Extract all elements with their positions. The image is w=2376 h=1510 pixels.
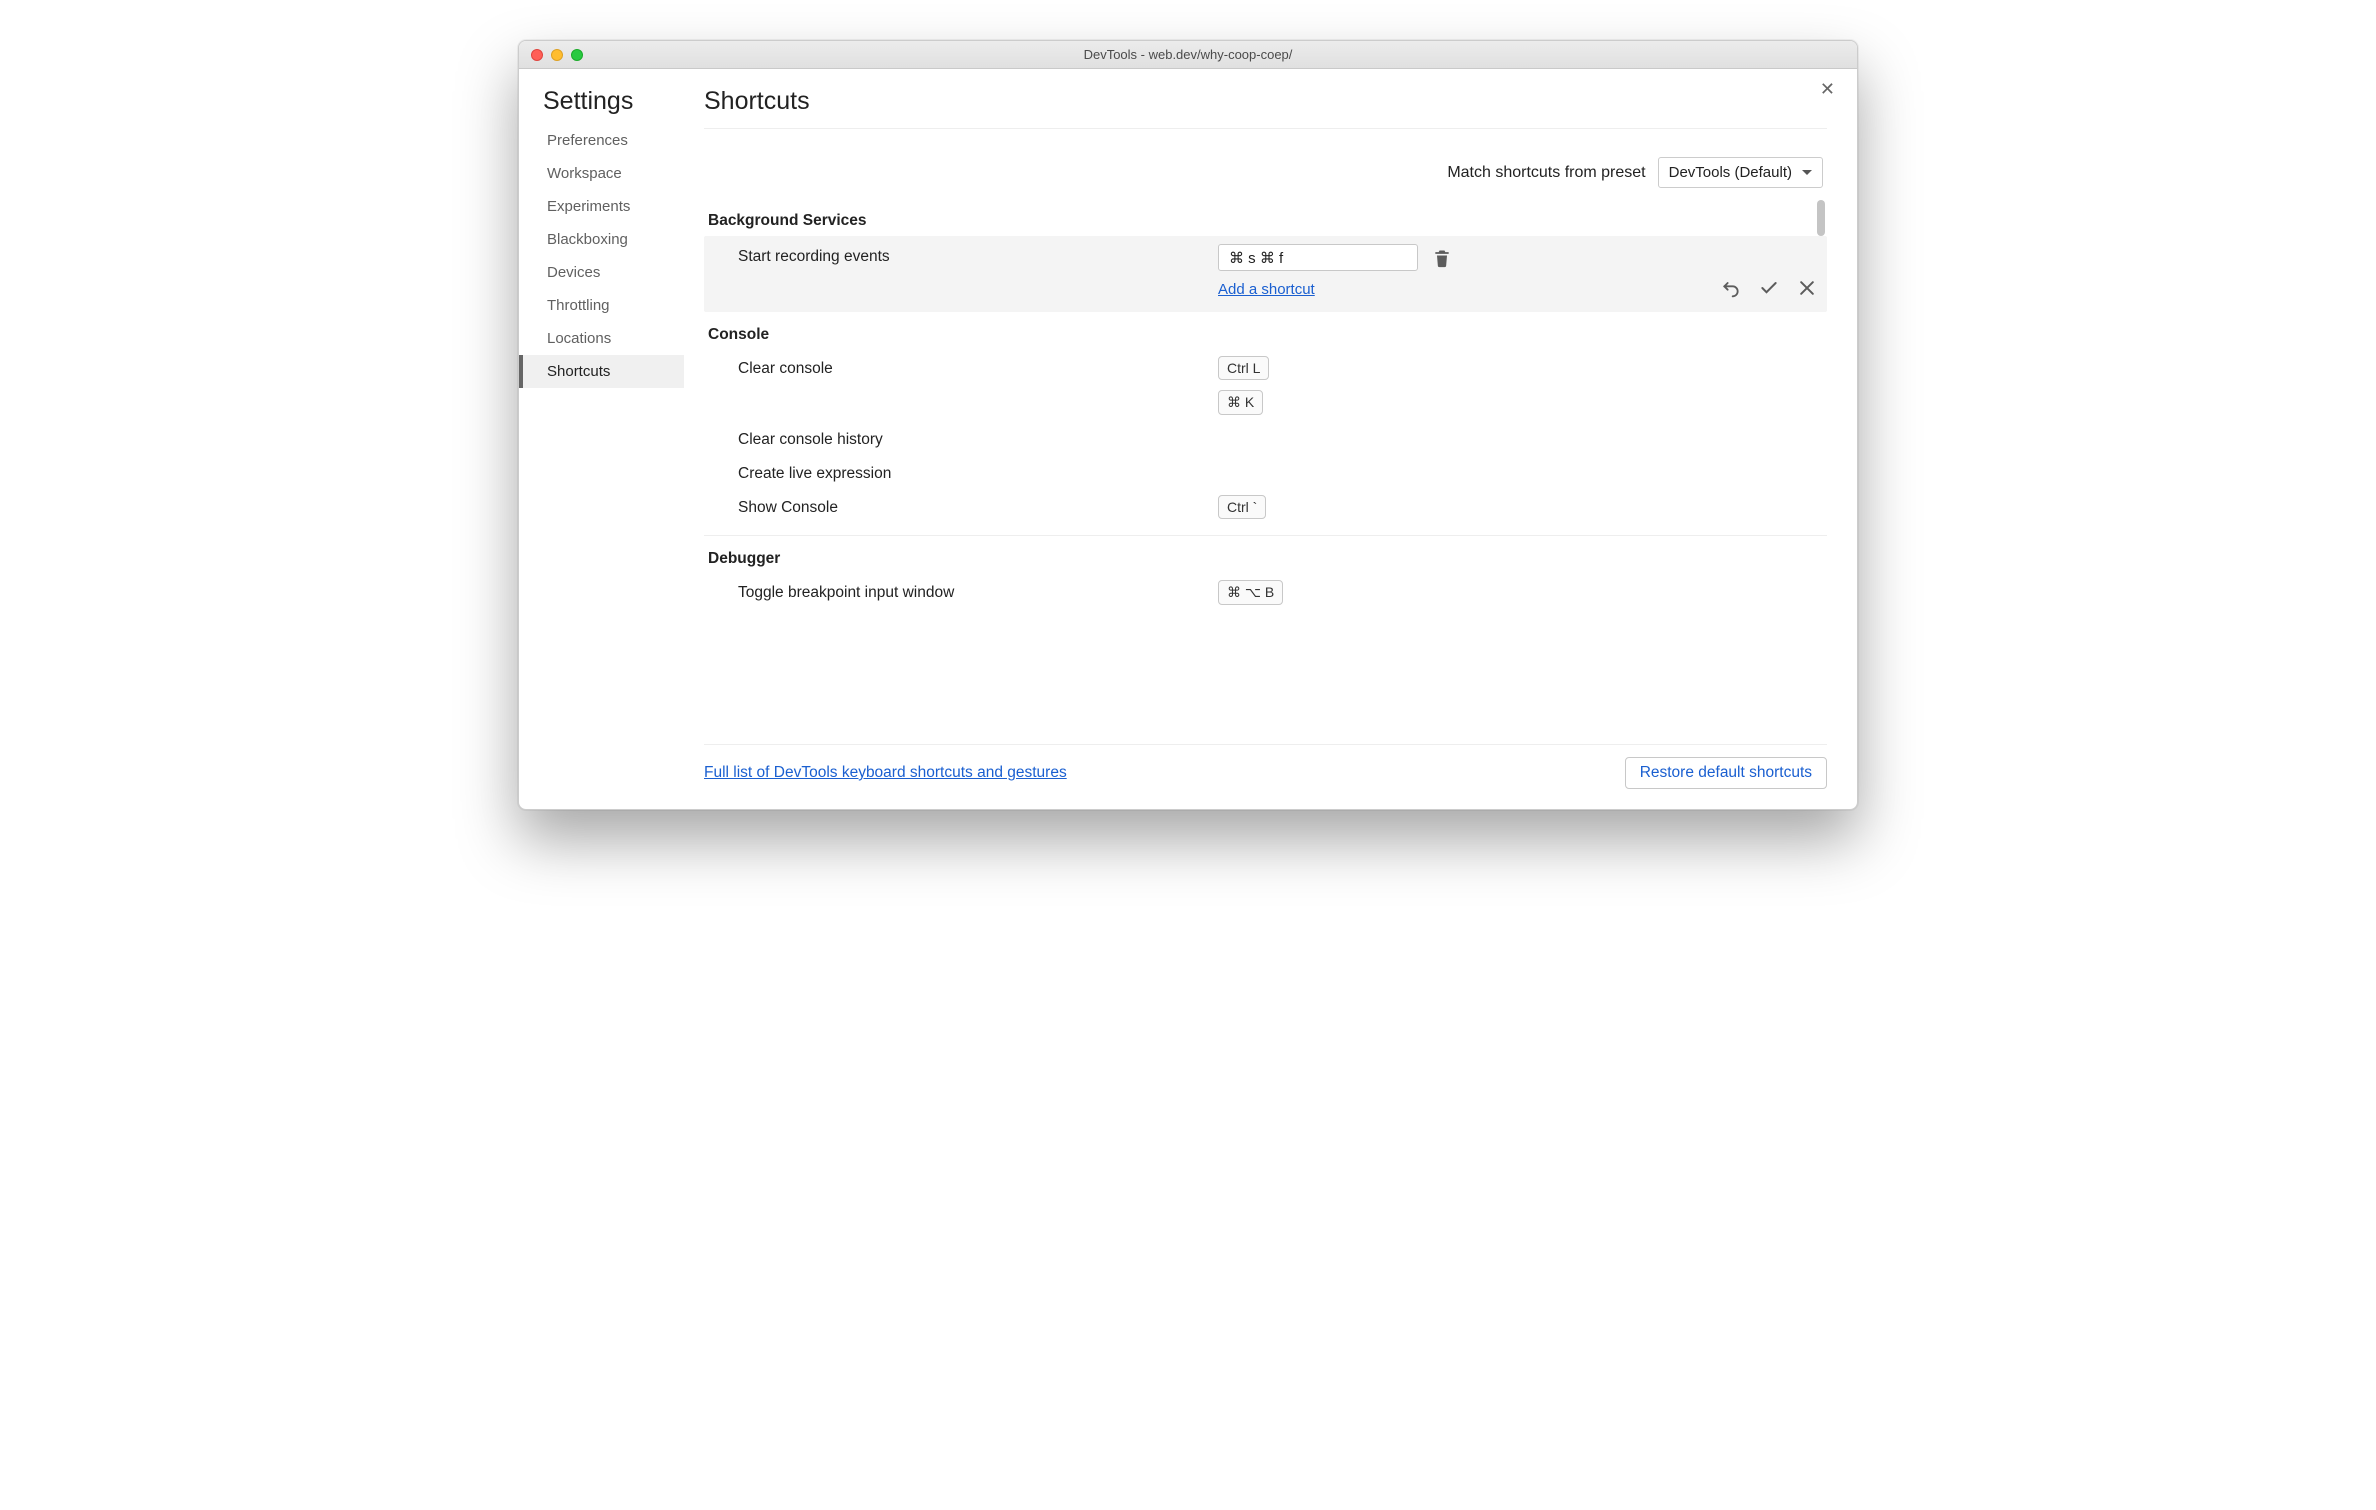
sidebar-item-locations[interactable]: Locations	[519, 322, 684, 355]
shortcuts-scroll-area: Background Services Start recording even…	[704, 198, 1827, 738]
undo-icon	[1721, 278, 1741, 298]
shortcut-label: Clear console history	[738, 427, 1218, 449]
window-title: DevTools - web.dev/why-coop-coep/	[519, 47, 1857, 62]
window-zoom-button[interactable]	[571, 49, 583, 61]
add-shortcut-link[interactable]: Add a shortcut	[1218, 281, 1315, 298]
titlebar: DevTools - web.dev/why-coop-coep/	[519, 41, 1857, 69]
close-settings-button[interactable]: ✕	[1820, 79, 1835, 100]
shortcut-label: Toggle breakpoint input window	[738, 580, 1218, 602]
section-heading-debugger: Debugger	[704, 536, 1827, 574]
revert-button[interactable]	[1721, 278, 1741, 298]
shortcut-row-toggle-bp[interactable]: Toggle breakpoint input window ⌘ ⌥ B	[704, 574, 1827, 611]
sidebar-item-preferences[interactable]: Preferences	[519, 124, 684, 157]
confirm-button[interactable]	[1759, 278, 1779, 298]
shortcut-label: Start recording events	[738, 244, 1218, 266]
sidebar-item-blackboxing[interactable]: Blackboxing	[519, 223, 684, 256]
restore-defaults-button[interactable]: Restore default shortcuts	[1625, 757, 1827, 789]
shortcut-row-clear-console[interactable]: Clear console Ctrl L ⌘ K	[704, 350, 1827, 421]
shortcut-row-show-console[interactable]: Show Console Ctrl `	[704, 489, 1827, 525]
sidebar-title: Settings	[519, 87, 684, 124]
scrollbar-thumb[interactable]	[1817, 200, 1825, 236]
preset-select[interactable]: DevTools (Default)	[1658, 157, 1823, 188]
check-icon	[1759, 278, 1779, 298]
shortcut-key: Ctrl `	[1218, 495, 1266, 519]
shortcut-input[interactable]	[1218, 244, 1418, 271]
window-minimize-button[interactable]	[551, 49, 563, 61]
shortcut-row-clear-history[interactable]: Clear console history	[704, 421, 1827, 455]
shortcut-label: Create live expression	[738, 461, 1218, 483]
window-close-button[interactable]	[531, 49, 543, 61]
sidebar-item-experiments[interactable]: Experiments	[519, 190, 684, 223]
shortcut-row-start-recording: Start recording events Add a shortcut	[704, 236, 1827, 312]
shortcut-row-create-live[interactable]: Create live expression	[704, 455, 1827, 489]
footer: Full list of DevTools keyboard shortcuts…	[704, 744, 1827, 789]
shortcut-label: Show Console	[738, 495, 1218, 517]
shortcut-key: ⌘ ⌥ B	[1218, 580, 1283, 605]
full-list-link[interactable]: Full list of DevTools keyboard shortcuts…	[704, 764, 1067, 782]
shortcut-key: ⌘ K	[1218, 390, 1263, 415]
delete-shortcut-button[interactable]	[1432, 248, 1452, 268]
trash-icon	[1432, 248, 1452, 268]
section-heading-background: Background Services	[704, 198, 1827, 236]
section-heading-console: Console	[704, 312, 1827, 350]
shortcut-key: Ctrl L	[1218, 356, 1269, 380]
sidebar-item-workspace[interactable]: Workspace	[519, 157, 684, 190]
cancel-button[interactable]	[1797, 278, 1817, 298]
app-window: DevTools - web.dev/why-coop-coep/ Settin…	[518, 40, 1858, 810]
sidebar: Settings Preferences Workspace Experimen…	[519, 69, 684, 809]
traffic-lights	[519, 49, 583, 61]
sidebar-item-throttling[interactable]: Throttling	[519, 289, 684, 322]
close-icon	[1797, 278, 1817, 298]
preset-label: Match shortcuts from preset	[1447, 164, 1645, 182]
sidebar-item-devices[interactable]: Devices	[519, 256, 684, 289]
content: Settings Preferences Workspace Experimen…	[519, 69, 1857, 809]
page-title: Shortcuts	[704, 87, 1827, 129]
sidebar-item-shortcuts[interactable]: Shortcuts	[519, 355, 684, 388]
preset-row: Match shortcuts from preset DevTools (De…	[704, 129, 1827, 198]
main: ✕ Shortcuts Match shortcuts from preset …	[684, 69, 1857, 809]
shortcut-label: Clear console	[738, 356, 1218, 378]
